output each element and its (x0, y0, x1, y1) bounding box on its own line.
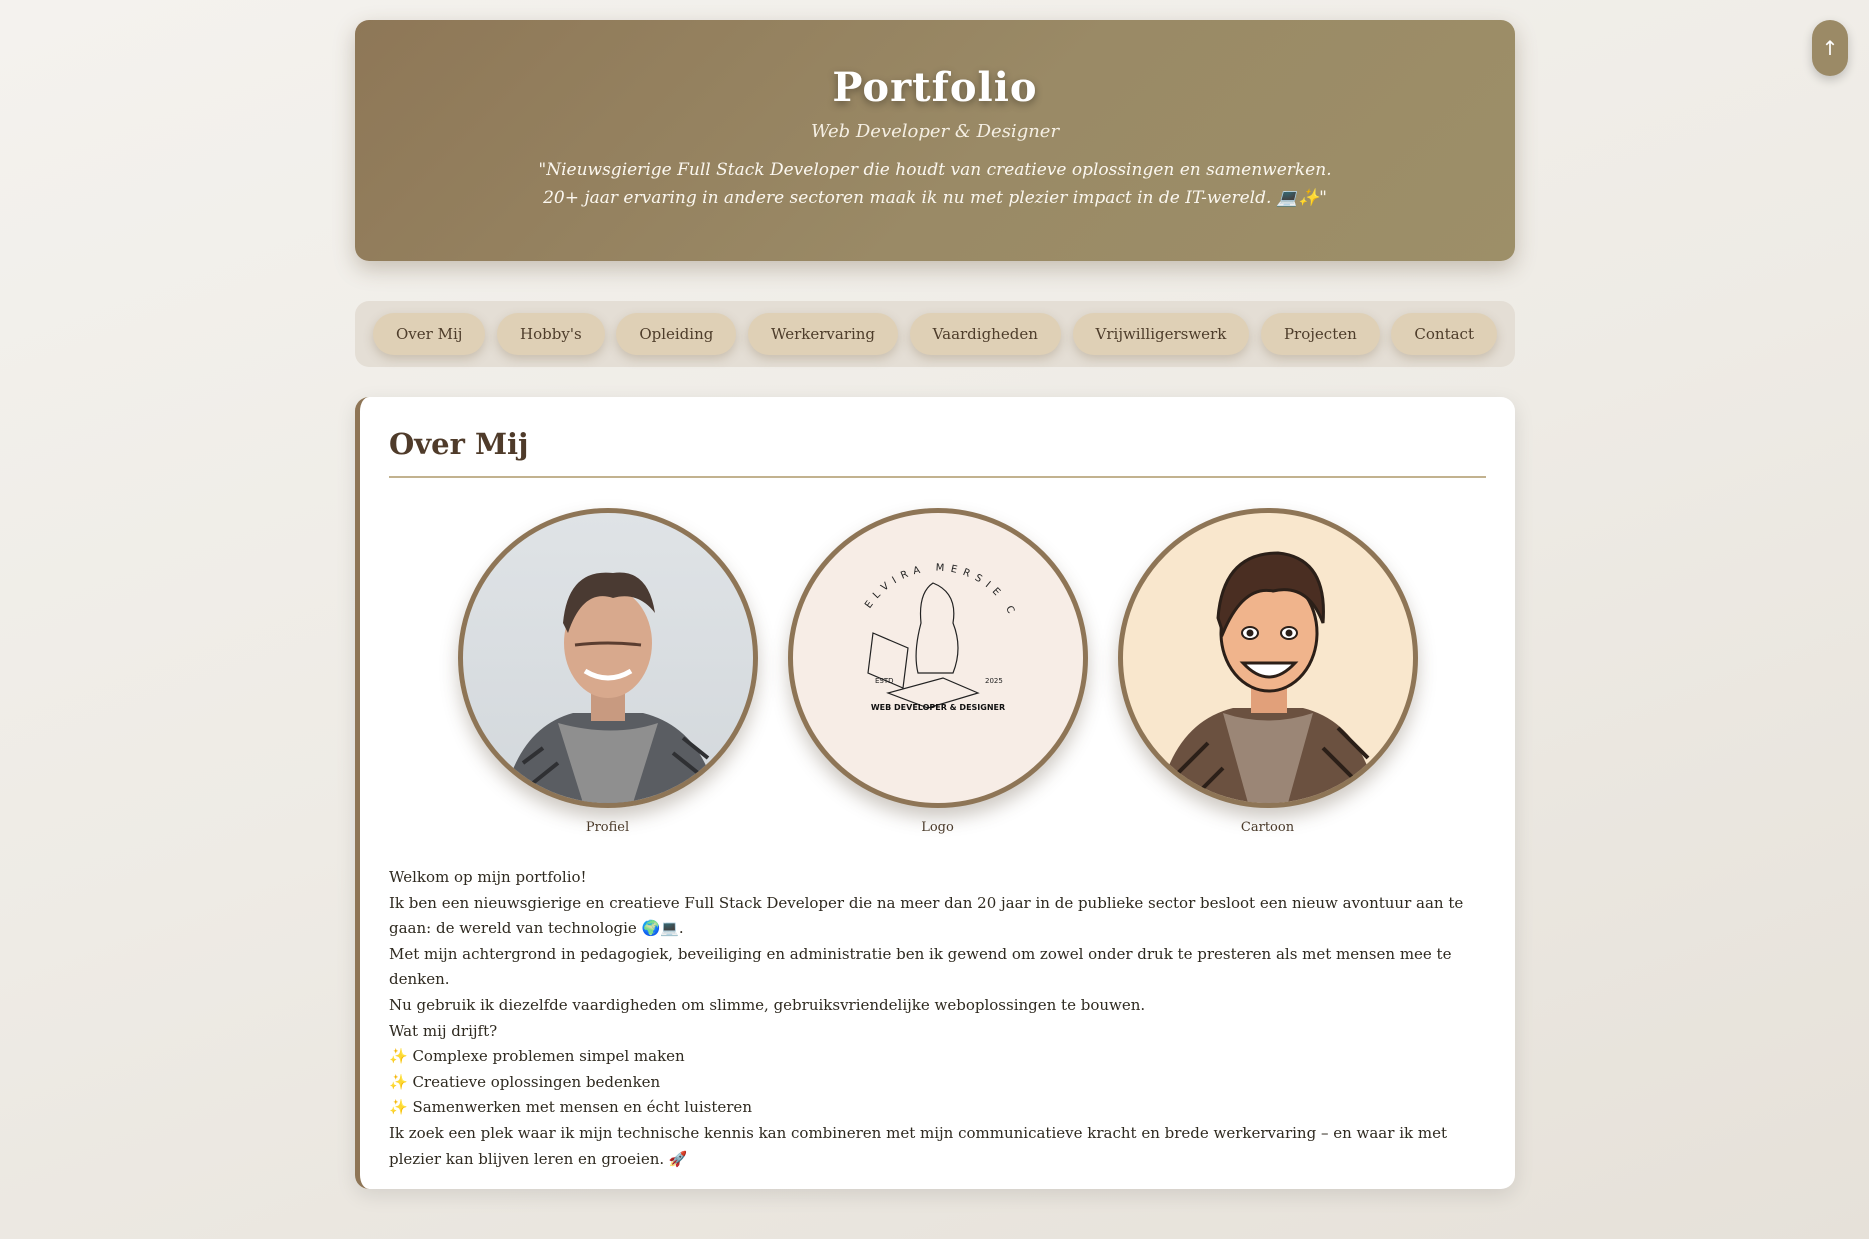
scroll-to-top-button[interactable]: ↑ (1812, 20, 1848, 76)
site-header: Portfolio Web Developer & Designer "Nieu… (355, 20, 1515, 261)
gallery-item-cartoon: Cartoon (1117, 508, 1418, 835)
caption-logo: Logo (921, 820, 954, 835)
cartoon-avatar-icon (1157, 551, 1378, 803)
svg-text:ESTD: ESTD (875, 677, 894, 685)
image-gallery: Profiel ELVIRA MERSIE CID ESTD (389, 508, 1486, 835)
about-paragraph: Ik zoek een plek waar ik mijn technische… (389, 1123, 1447, 1168)
site-subtitle: Web Developer & Designer (810, 121, 1060, 142)
logo-illustration-icon: ELVIRA MERSIE CID ESTD 2025 WEB DEVELOPE… (793, 513, 1019, 712)
about-list-item: ✨ Creatieve oplossingen bedenken (389, 1072, 661, 1091)
about-paragraph: Ik ben een nieuwsgierige en creatieve Fu… (389, 893, 1464, 938)
about-paragraph: Wat mij drijft? (389, 1021, 498, 1040)
gallery-item-logo: ELVIRA MERSIE CID ESTD 2025 WEB DEVELOPE… (787, 508, 1088, 835)
page-container: Portfolio Web Developer & Designer "Nieu… (355, 20, 1515, 1189)
about-list-item: ✨ Samenwerken met mensen en écht luister… (389, 1098, 752, 1117)
quote-line-2: 20+ jaar ervaring in andere sectoren maa… (543, 188, 1327, 208)
nav-werkervaring[interactable]: Werkervaring (748, 313, 899, 355)
gallery-item-profile: Profiel (457, 508, 758, 835)
about-paragraph: Nu gebruik ik diezelfde vaardigheden om … (389, 995, 1146, 1014)
cartoon-image[interactable] (1117, 508, 1418, 808)
svg-text:WEB DEVELOPER & DESIGNER: WEB DEVELOPER & DESIGNER (870, 703, 1004, 712)
nav-hobbys[interactable]: Hobby's (497, 313, 605, 355)
section-title: Over Mij (389, 427, 529, 461)
svg-text:ELVIRA MERSIE CID: ELVIRA MERSIE CID (793, 513, 1019, 621)
about-paragraph: Met mijn achtergrond in pedagogiek, beve… (389, 944, 1452, 989)
profile-portrait-icon (502, 572, 718, 803)
nav-opleiding[interactable]: Opleiding (616, 313, 737, 355)
about-list-item: ✨ Complexe problemen simpel maken (389, 1047, 685, 1066)
profile-photo[interactable] (457, 508, 758, 808)
section-divider (389, 476, 1486, 478)
quote-line-1: "Nieuwsgierige Full Stack Developer die … (538, 160, 1332, 180)
about-paragraph: Welkom op mijn portfolio! (389, 868, 587, 886)
nav-contact[interactable]: Contact (1391, 313, 1497, 355)
intro-quote: "Nieuwsgierige Full Stack Developer die … (355, 156, 1515, 212)
about-section: Over Mij Profiel ELVIRA MERSIE C ESTD 20… (355, 397, 1515, 1189)
about-text: Welkom op mijn portfolio! Ik ben een nie… (389, 865, 1486, 1172)
nav-over-mij[interactable]: Over Mij (373, 313, 486, 355)
nav-projecten[interactable]: Projecten (1260, 313, 1380, 355)
svg-text:2025: 2025 (985, 677, 1003, 685)
site-title: Portfolio (832, 64, 1038, 111)
caption-profile: Profiel (585, 820, 630, 835)
main-nav: Over Mij Hobby's Opleiding Werkervaring … (355, 301, 1515, 367)
logo-image[interactable]: ELVIRA MERSIE CID ESTD 2025 WEB DEVELOPE… (787, 508, 1088, 808)
nav-vaardigheden[interactable]: Vaardigheden (909, 313, 1061, 355)
caption-cartoon: Cartoon (1240, 820, 1295, 835)
nav-vrijwilligerswerk[interactable]: Vrijwilligerswerk (1072, 313, 1250, 355)
